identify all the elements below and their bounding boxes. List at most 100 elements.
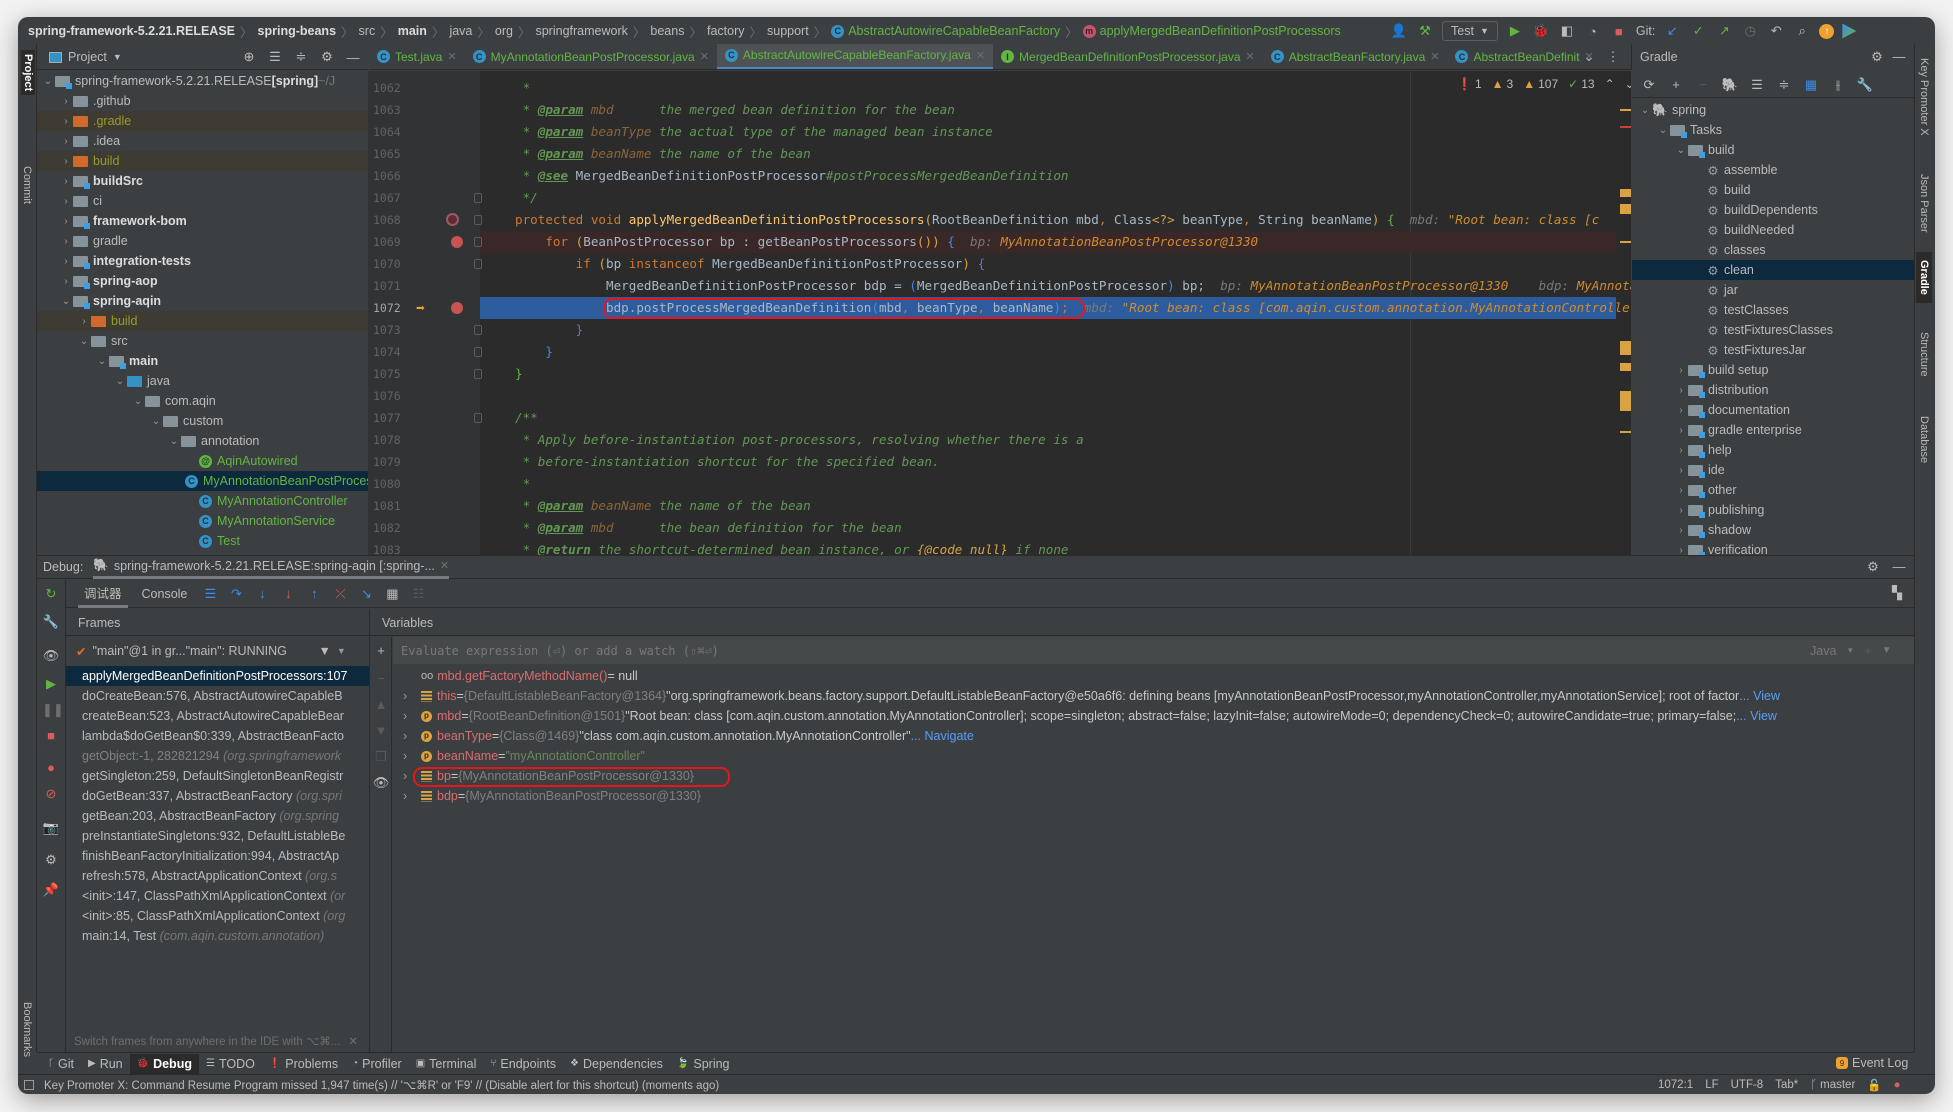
stack-frame[interactable]: finishBeanFactoryInitialization:994, Abs…: [66, 846, 369, 866]
gradle-item[interactable]: › shadow: [1632, 520, 1914, 540]
chevron-right-icon[interactable]: ›: [59, 216, 73, 227]
chevron-right-icon[interactable]: ›: [403, 686, 421, 706]
gradle-item[interactable]: › gradle enterprise: [1632, 420, 1914, 440]
fold-icon[interactable]: [474, 237, 482, 247]
breakpoint-icon[interactable]: [451, 236, 463, 248]
tool-endpoints[interactable]: ⑂ Endpoints: [483, 1054, 563, 1074]
tool-dependencies[interactable]: ❖ Dependencies: [563, 1054, 670, 1074]
remove-icon[interactable]: −: [1694, 77, 1712, 92]
threads-icon[interactable]: ☰: [201, 586, 219, 602]
tree-item[interactable]: ⌄ main: [37, 351, 368, 371]
pause-icon[interactable]: ❚❚: [42, 702, 64, 718]
chevron-down-icon[interactable]: ▼: [1882, 645, 1892, 656]
chevron-right-icon[interactable]: ›: [403, 746, 421, 766]
rollback-icon[interactable]: ↶: [1767, 23, 1785, 39]
tree-item[interactable]: › .github: [37, 91, 368, 111]
tree-item[interactable]: ⌄ custom: [37, 411, 368, 431]
chevron-down-icon[interactable]: ▼: [113, 52, 122, 62]
breadcrumb-item[interactable]: main: [398, 24, 427, 38]
stack-frame[interactable]: lambda$doGetBean$0:339, AbstractBeanFact…: [66, 726, 369, 746]
run-config-select[interactable]: Test ▼: [1442, 21, 1498, 41]
tree-item[interactable]: ⌄ spring-framework-5.2.21.RELEASE [spring…: [37, 71, 368, 91]
stack-frame[interactable]: main:14, Test (com.aqin.custom.annotatio…: [66, 926, 369, 946]
wrench-icon[interactable]: 🔧: [1856, 77, 1874, 93]
language-select[interactable]: Java: [1810, 644, 1836, 658]
fold-icon[interactable]: [474, 259, 482, 269]
group-modules-icon[interactable]: ▦: [1802, 77, 1820, 93]
chevron-right-icon[interactable]: ›: [1674, 545, 1688, 556]
gradle-item[interactable]: › documentation: [1632, 400, 1914, 420]
elephant-icon[interactable]: 🐘: [1721, 77, 1739, 93]
minimize-icon[interactable]: —: [1890, 559, 1908, 574]
toggle-tool-windows-icon[interactable]: [24, 1079, 34, 1090]
tool-debug[interactable]: 🐞 Debug: [129, 1053, 199, 1074]
chevron-right-icon[interactable]: ›: [59, 116, 73, 127]
gradle-item[interactable]: ⚙ jar: [1632, 280, 1914, 300]
breadcrumb-item[interactable]: spring-framework-5.2.21.RELEASE: [28, 24, 235, 38]
move-down-icon[interactable]: ▼: [372, 723, 390, 738]
project-panel-title[interactable]: Project: [68, 50, 107, 64]
search-icon[interactable]: ⌕: [1793, 23, 1811, 39]
breadcrumb-item[interactable]: beans: [650, 24, 684, 38]
breadcrumb-item[interactable]: support: [767, 24, 809, 38]
breadcrumb-item[interactable]: springframework: [535, 24, 627, 38]
chevron-down-icon[interactable]: ⌄: [167, 436, 181, 447]
resume-icon[interactable]: ▶: [42, 676, 60, 692]
expand-all-icon[interactable]: ☰: [1748, 77, 1766, 93]
stripe-structure[interactable]: Structure: [1918, 332, 1930, 377]
gradle-item[interactable]: ⚙ testClasses: [1632, 300, 1914, 320]
ide-error-icon[interactable]: ●: [1894, 1079, 1901, 1091]
gradle-item[interactable]: › other: [1632, 480, 1914, 500]
editor-tab[interactable]: C MyAnnotationBeanPostProcessor.java ✕: [465, 44, 717, 69]
tool-todo[interactable]: ☰ TODO: [199, 1054, 262, 1074]
stack-frame[interactable]: getSingleton:259, DefaultSingletonBeanRe…: [66, 766, 369, 786]
tree-item[interactable]: ⌄ src: [37, 331, 368, 351]
stack-frame[interactable]: getObject:-1, 282821294 (org.springframe…: [66, 746, 369, 766]
thread-selector[interactable]: ✔ "main"@1 in gr..."main": RUNNING ▼ ▼: [66, 637, 370, 665]
gradle-item[interactable]: ⌄ build: [1632, 140, 1914, 160]
rerun-icon[interactable]: ↻: [42, 586, 60, 602]
step-out-icon[interactable]: ↑: [305, 586, 323, 601]
add-icon[interactable]: +: [1667, 77, 1685, 92]
variable-row[interactable]: › bdp = {MyAnnotationBeanPostProcessor@13…: [393, 786, 1914, 806]
chevron-right-icon[interactable]: ›: [1674, 505, 1688, 516]
tree-item[interactable]: C MyAnnotationController: [37, 491, 368, 511]
tab-list-chevron-icon[interactable]: ⌄: [1580, 49, 1598, 65]
chevron-right-icon[interactable]: ›: [1674, 445, 1688, 456]
gradle-item[interactable]: ⚙ testFixturesJar: [1632, 340, 1914, 360]
chevron-down-icon[interactable]: ⌄: [113, 376, 127, 387]
close-icon[interactable]: ✕: [348, 1034, 358, 1048]
line-separator[interactable]: LF: [1705, 1079, 1718, 1091]
copy-icon[interactable]: ❐: [372, 749, 390, 765]
chevron-right-icon[interactable]: ›: [1674, 465, 1688, 476]
chevron-down-icon[interactable]: ⌄: [95, 356, 109, 367]
tree-item[interactable]: ⌄ com.aqin: [37, 391, 368, 411]
breadcrumb-item[interactable]: src: [359, 24, 376, 38]
tool-spring[interactable]: 🍃 Spring: [670, 1054, 737, 1074]
gradle-item[interactable]: ⚙ buildDependents: [1632, 200, 1914, 220]
wrench-icon[interactable]: 🔧: [42, 614, 60, 630]
gradle-item[interactable]: ⚙ build: [1632, 180, 1914, 200]
tree-item[interactable]: C MyAnnotationBeanPostProcessor: [37, 471, 368, 491]
tree-item[interactable]: › gradle: [37, 231, 368, 251]
stripe-project[interactable]: Project: [21, 50, 35, 96]
close-icon[interactable]: ✕: [1430, 50, 1439, 63]
event-log-button[interactable]: 9 Event Log: [1836, 1053, 1908, 1073]
chevron-right-icon[interactable]: ›: [59, 96, 73, 107]
gradle-item[interactable]: ⚙ assemble: [1632, 160, 1914, 180]
pin-icon[interactable]: 📌: [42, 882, 60, 898]
chevron-down-icon[interactable]: ⌄: [77, 336, 91, 347]
stripe-bookmarks[interactable]: Bookmarks: [21, 1002, 33, 1057]
gradle-item[interactable]: › build setup: [1632, 360, 1914, 380]
eye-icon[interactable]: 👁: [42, 648, 60, 664]
tree-item[interactable]: ⌄ annotation: [37, 431, 368, 451]
tool-terminal[interactable]: ▣ Terminal: [409, 1054, 484, 1074]
tree-item[interactable]: › build: [37, 151, 368, 171]
tree-item[interactable]: › ci: [37, 191, 368, 211]
history-icon[interactable]: ◷: [1741, 23, 1759, 39]
close-icon[interactable]: ✕: [976, 49, 985, 62]
editor-tab[interactable]: C Test.java ✕: [369, 44, 465, 69]
run-icon[interactable]: ▶: [1506, 23, 1524, 39]
move-up-icon[interactable]: ▲: [372, 697, 390, 712]
gradle-item[interactable]: › distribution: [1632, 380, 1914, 400]
